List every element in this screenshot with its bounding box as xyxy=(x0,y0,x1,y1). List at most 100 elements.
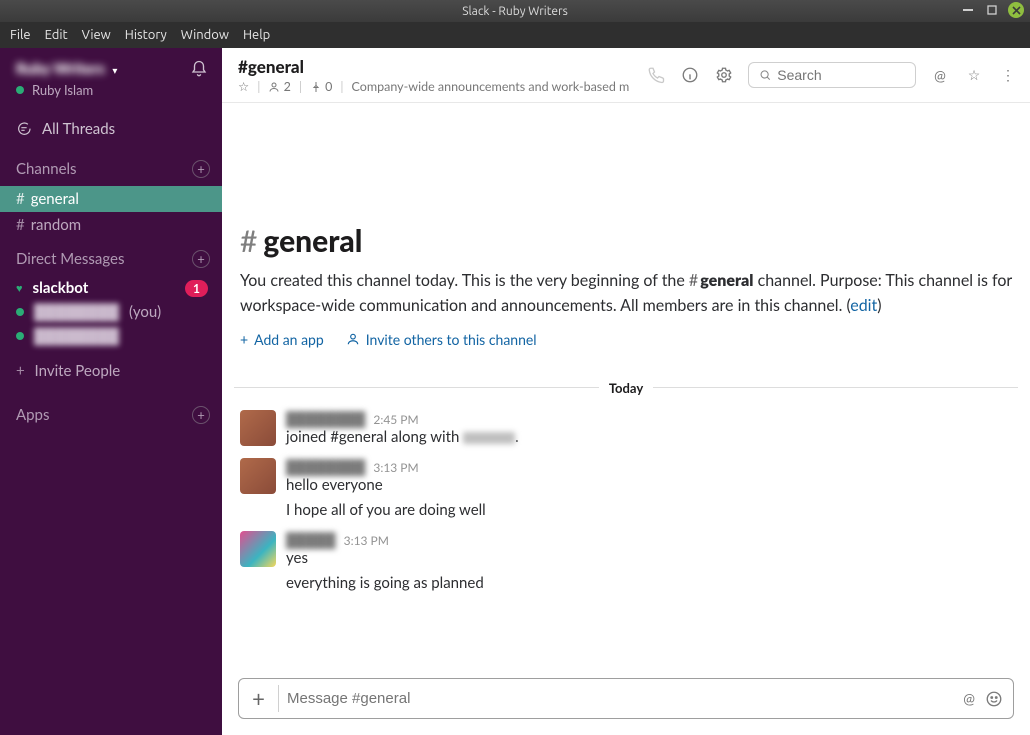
plus-icon: + xyxy=(16,362,25,380)
message-composer[interactable]: + @ xyxy=(238,678,1014,719)
channels-label: Channels xyxy=(16,160,77,178)
current-user[interactable]: Ruby Islam xyxy=(0,82,222,110)
hash-icon: # xyxy=(240,223,257,259)
hash-icon: # xyxy=(16,216,25,234)
threads-icon xyxy=(16,121,32,137)
message-item[interactable]: ████████ 2:45 PM joined #general along w… xyxy=(222,404,1030,452)
info-icon[interactable] xyxy=(680,65,700,85)
unread-badge: 1 xyxy=(185,280,208,297)
channel-item-general[interactable]: # general xyxy=(0,186,222,212)
menu-history[interactable]: History xyxy=(125,28,167,42)
plus-icon: + xyxy=(240,331,248,348)
channel-intro: #general You created this channel today.… xyxy=(222,103,1030,354)
message-text: yes xyxy=(286,549,1012,567)
message-text: joined #general along with . xyxy=(286,428,1012,446)
gear-icon[interactable] xyxy=(714,65,734,85)
avatar[interactable] xyxy=(240,458,276,494)
message-time: 3:13 PM xyxy=(344,533,389,548)
message-author-redacted: █████ xyxy=(286,531,336,548)
bell-icon[interactable] xyxy=(190,60,208,78)
intro-title: #general xyxy=(240,223,1012,259)
invite-label: Invite People xyxy=(35,362,121,380)
avatar[interactable] xyxy=(240,531,276,567)
menubar: File Edit View History Window Help xyxy=(0,22,1030,48)
star-icon[interactable]: ☆ xyxy=(238,79,249,94)
menu-view[interactable]: View xyxy=(82,28,111,42)
invite-link[interactable]: Invite others to this channel xyxy=(346,331,537,348)
heart-icon: ♥ xyxy=(16,282,23,295)
date-divider: Today xyxy=(234,380,1018,396)
apps-header[interactable]: Apps + xyxy=(0,394,222,432)
channel-title[interactable]: #general xyxy=(238,56,638,77)
message-scroll-area[interactable]: #general You created this channel today.… xyxy=(222,103,1030,670)
mentions-icon[interactable]: @ xyxy=(930,65,950,85)
search-icon xyxy=(759,68,771,82)
apps-label: Apps xyxy=(16,406,49,424)
date-label: Today xyxy=(609,380,643,396)
avatar[interactable] xyxy=(240,410,276,446)
composer-input[interactable] xyxy=(287,690,963,707)
menu-help[interactable]: Help xyxy=(243,28,270,42)
attach-button[interactable]: + xyxy=(239,685,279,712)
dm-header[interactable]: Direct Messages + xyxy=(0,238,222,276)
intro-text: You created this channel today. This is … xyxy=(240,269,1012,319)
message-item[interactable]: ████████ 3:13 PM hello everyone xyxy=(222,452,1030,500)
message-time: 3:13 PM xyxy=(373,460,418,475)
message-item[interactable]: I hope all of you are doing well xyxy=(222,500,1030,525)
phone-icon[interactable] xyxy=(646,65,666,85)
hash-icon: # xyxy=(16,190,25,208)
search-box[interactable] xyxy=(748,62,916,88)
menu-edit[interactable]: Edit xyxy=(45,28,68,42)
more-icon[interactable]: ⋮ xyxy=(998,65,1018,85)
current-user-name: Ruby Islam xyxy=(32,82,93,98)
redacted-name xyxy=(463,432,515,444)
message-text: everything is going as planned xyxy=(286,574,1012,592)
channel-topic[interactable]: Company-wide announcements and work-base… xyxy=(352,79,630,94)
emoji-icon[interactable] xyxy=(985,690,1003,708)
dm-item-slackbot[interactable]: ♥ slackbot 1 xyxy=(0,276,222,300)
minimize-icon[interactable] xyxy=(960,2,976,18)
pins-count[interactable]: 0 xyxy=(310,79,332,94)
all-threads-label: All Threads xyxy=(42,120,115,138)
window-titlebar: Slack - Ruby Writers xyxy=(0,0,1030,22)
message-item[interactable]: █████ 3:13 PM yes xyxy=(222,525,1030,573)
dm-item[interactable]: ████████ xyxy=(0,324,222,348)
message-time: 2:45 PM xyxy=(373,412,418,427)
mention-icon[interactable]: @ xyxy=(963,690,975,707)
channel-item-random[interactable]: # random xyxy=(0,212,222,238)
sidebar: Ruby Writers ▾ Ruby Islam All Threads Ch… xyxy=(0,48,222,735)
add-app-link[interactable]: +Add an app xyxy=(240,331,324,348)
members-count[interactable]: 2 xyxy=(268,79,290,94)
message-text: hello everyone xyxy=(286,476,1012,494)
channel-name: random xyxy=(31,216,81,234)
add-dm-icon[interactable]: + xyxy=(192,250,210,268)
maximize-icon[interactable] xyxy=(984,2,1000,18)
message-author-redacted: ████████ xyxy=(286,458,365,475)
content-area: #general ☆ | 2 | 0 | Company-wide announ… xyxy=(222,48,1030,735)
presence-online-icon xyxy=(16,332,24,340)
message-text: I hope all of you are doing well xyxy=(286,501,1012,519)
close-icon[interactable] xyxy=(1008,2,1024,18)
dm-name-redacted: ████████ xyxy=(34,327,119,345)
message-item[interactable]: everything is going as planned xyxy=(222,573,1030,598)
all-threads[interactable]: All Threads xyxy=(0,110,222,148)
workspace-name: Ruby Writers xyxy=(16,60,105,78)
dm-name: slackbot xyxy=(33,279,89,297)
message-author-redacted: ████████ xyxy=(286,410,365,427)
channels-header[interactable]: Channels + xyxy=(0,148,222,186)
presence-online-icon xyxy=(16,308,24,316)
menu-window[interactable]: Window xyxy=(181,28,229,42)
search-input[interactable] xyxy=(777,67,905,83)
you-suffix: (you) xyxy=(129,303,161,321)
add-channel-icon[interactable]: + xyxy=(192,160,210,178)
add-app-icon[interactable]: + xyxy=(192,406,210,424)
channel-name: general xyxy=(31,190,79,208)
dm-item-self[interactable]: ████████ (you) xyxy=(0,300,222,324)
star-outline-icon[interactable]: ☆ xyxy=(964,65,984,85)
invite-icon xyxy=(346,332,360,346)
invite-people[interactable]: + Invite People xyxy=(0,348,222,394)
workspace-switcher[interactable]: Ruby Writers ▾ xyxy=(16,60,117,78)
edit-purpose-link[interactable]: edit xyxy=(850,296,877,315)
menu-file[interactable]: File xyxy=(10,28,31,42)
dm-name-redacted: ████████ xyxy=(34,303,119,321)
